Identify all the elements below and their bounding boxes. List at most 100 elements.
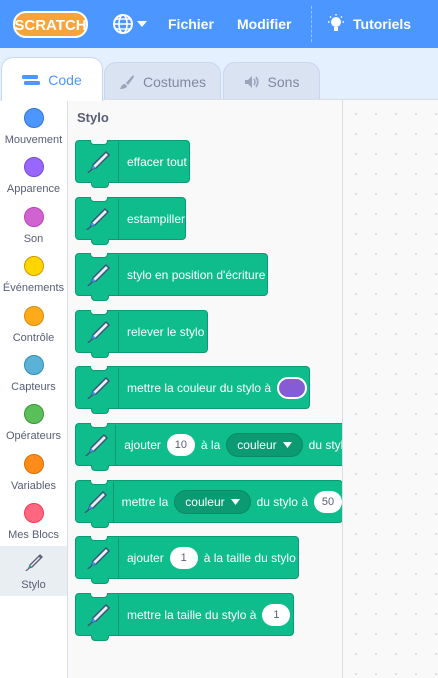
block-pen-down-label: stylo en position d'écriture xyxy=(127,267,266,282)
logo-text: SCRATCH xyxy=(14,17,86,34)
change-size-input[interactable]: 1 xyxy=(169,546,198,569)
block-set-pen-color-label: mettre la couleur du stylo à xyxy=(127,380,272,395)
block-pen-up-label: relever le stylo xyxy=(127,324,205,339)
category-sensing[interactable]: Capteurs xyxy=(0,355,67,405)
menu-separator xyxy=(311,6,312,42)
category-menu: Mouvement Apparence Son Événements Contr… xyxy=(0,99,68,678)
category-control-label: Contrôle xyxy=(12,332,55,344)
tab-sounds[interactable]: Sons xyxy=(223,62,320,100)
block-notch xyxy=(90,253,108,258)
block-notch xyxy=(90,197,108,202)
pen-icon xyxy=(79,594,119,635)
category-operators[interactable]: Opérateurs xyxy=(0,404,67,454)
category-sensing-label: Capteurs xyxy=(11,381,56,393)
pen-icon xyxy=(79,424,117,465)
tab-costumes-label: Costumes xyxy=(142,73,207,90)
category-operators-label: Opérateurs xyxy=(5,430,62,442)
block-tab xyxy=(91,578,109,584)
category-events[interactable]: Événements xyxy=(0,256,67,306)
block-change-pen-size[interactable]: ajouter 1 à la taille du stylo xyxy=(75,536,299,584)
block-tab xyxy=(91,295,109,301)
pen-param-dropdown-label: couleur xyxy=(237,437,277,452)
block-change-suffix: du stylo xyxy=(308,437,342,452)
pen-icon xyxy=(79,254,119,295)
block-tab xyxy=(91,182,109,188)
block-change-size-suffix: à la taille du stylo xyxy=(203,550,296,565)
category-motion-label: Mouvement xyxy=(4,134,63,146)
block-tab xyxy=(91,239,109,245)
tab-costumes[interactable]: Costumes xyxy=(104,62,221,100)
category-events-label: Événements xyxy=(2,282,65,294)
block-stamp[interactable]: estampiller xyxy=(75,197,186,245)
category-events-dot xyxy=(23,256,44,276)
palette-section-title: Stylo xyxy=(77,110,109,125)
set-param-value-input[interactable]: 50 xyxy=(314,490,342,513)
block-notch xyxy=(90,593,108,598)
block-set-pen-color[interactable]: mettre la couleur du stylo à xyxy=(75,366,310,414)
script-area-divider xyxy=(342,99,343,678)
block-tab xyxy=(91,408,109,414)
category-control-dot xyxy=(23,306,44,326)
category-my-blocks-dot xyxy=(23,503,44,523)
category-looks-dot xyxy=(23,157,44,177)
caret-down-icon xyxy=(230,498,240,505)
block-clear[interactable]: effacer tout xyxy=(75,140,190,188)
pen-param-dropdown[interactable]: couleur xyxy=(226,432,303,457)
category-pen[interactable]: Stylo xyxy=(0,546,67,596)
block-notch xyxy=(90,310,108,315)
category-variables-label: Variables xyxy=(10,480,57,492)
block-tab xyxy=(91,635,109,641)
block-set-param-prefix: mettre la xyxy=(121,494,169,509)
paintbrush-icon xyxy=(119,74,134,89)
category-control[interactable]: Contrôle xyxy=(0,306,67,356)
block-stamp-label: estampiller xyxy=(126,211,185,226)
tab-sounds-label: Sons xyxy=(267,73,300,90)
category-motion[interactable]: Mouvement xyxy=(0,108,67,158)
lightbulb-icon xyxy=(328,14,344,31)
caret-down-icon xyxy=(137,21,147,27)
block-palette: Stylo effacer tout estampiller stylo en … xyxy=(68,99,342,678)
globe-icon xyxy=(113,14,133,34)
block-change-prefix: ajouter xyxy=(124,437,161,452)
block-set-pen-size[interactable]: mettre la taille du stylo à 1 xyxy=(75,593,294,641)
pen-icon xyxy=(79,367,119,408)
block-tab xyxy=(91,522,109,528)
pen-param-dropdown[interactable]: couleur xyxy=(174,489,251,514)
block-pen-down[interactable]: stylo en position d'écriture xyxy=(75,253,268,301)
block-notch xyxy=(90,480,108,485)
block-tab xyxy=(91,465,109,471)
pen-param-dropdown-label: couleur xyxy=(185,494,225,509)
pen-icon xyxy=(79,537,119,578)
pen-icon xyxy=(79,141,119,182)
block-notch xyxy=(90,536,108,541)
block-change-size-prefix: ajouter xyxy=(127,550,164,565)
category-variables[interactable]: Variables xyxy=(0,454,67,504)
code-icon xyxy=(22,74,41,85)
block-set-size-prefix: mettre la taille du stylo à xyxy=(127,607,257,622)
file-menu[interactable]: Fichier xyxy=(168,0,214,48)
block-notch xyxy=(90,423,108,428)
category-looks-label: Apparence xyxy=(6,183,61,195)
block-pen-up[interactable]: relever le stylo xyxy=(75,310,208,358)
tab-code[interactable]: Code xyxy=(1,57,103,101)
pen-icon xyxy=(79,311,119,352)
category-my-blocks-label: Mes Blocs xyxy=(8,529,59,541)
tutorials-menu[interactable]: Tutoriels xyxy=(327,0,411,48)
editor-tabs: Code Costumes Sons xyxy=(0,48,438,101)
scratch-logo[interactable]: SCRATCH xyxy=(13,11,88,38)
speaker-icon xyxy=(244,75,259,88)
category-operators-dot xyxy=(23,404,44,424)
pen-icon xyxy=(79,481,114,522)
category-sound[interactable]: Son xyxy=(0,207,67,257)
color-swatch[interactable] xyxy=(277,376,308,399)
category-sensing-dot xyxy=(23,355,44,375)
block-set-pen-param[interactable]: mettre la couleur du stylo à 50 xyxy=(75,480,342,528)
category-sound-dot xyxy=(23,207,44,227)
block-change-pen-param[interactable]: ajouter 10 à la couleur du stylo xyxy=(75,423,342,471)
script-area[interactable] xyxy=(342,99,438,678)
edit-menu[interactable]: Modifier xyxy=(237,0,291,48)
change-amount-input[interactable]: 10 xyxy=(166,433,195,456)
set-size-input[interactable]: 1 xyxy=(262,603,291,626)
category-looks[interactable]: Apparence xyxy=(0,157,67,207)
language-menu[interactable] xyxy=(112,12,147,36)
